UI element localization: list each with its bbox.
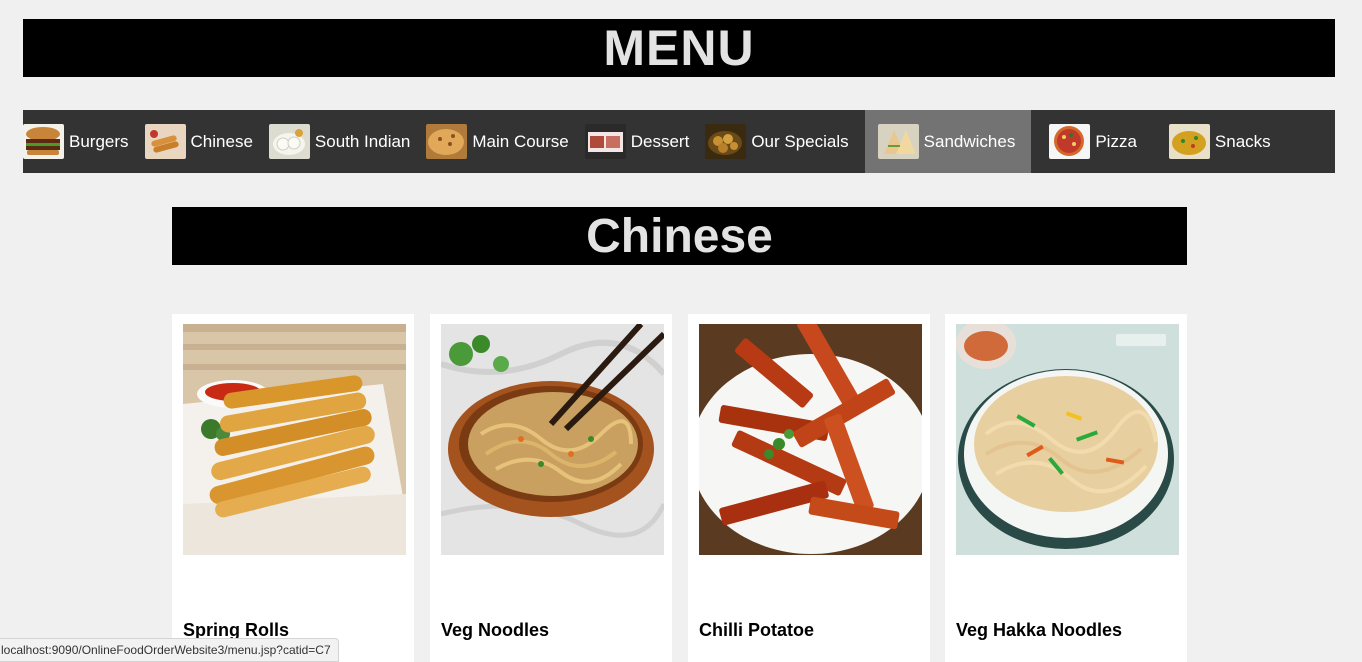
- product-name: Veg Hakka Noodles: [956, 620, 1123, 640]
- snacks-icon: [1168, 124, 1210, 159]
- pizza-icon: [1049, 124, 1091, 159]
- hakka-noodles-photo[interactable]: [956, 324, 1179, 555]
- product-card[interactable]: Chilli Potatoe: [688, 314, 930, 662]
- veg-noodles-photo[interactable]: [441, 324, 664, 555]
- product-card[interactable]: Veg Noodles: [430, 314, 672, 662]
- product-card[interactable]: Spring Rolls: [172, 314, 414, 662]
- nav-item-burgers[interactable]: Burgers: [23, 110, 145, 173]
- nav-label: Dessert: [630, 131, 690, 151]
- nav-label: Snacks: [1214, 131, 1271, 151]
- nav-item-chinese[interactable]: Chinese: [144, 110, 269, 173]
- nav-item-our-specials[interactable]: Our Specials: [705, 110, 864, 173]
- nav-item-main-course[interactable]: Main Course: [426, 110, 584, 173]
- nav-item-snacks[interactable]: Snacks: [1153, 110, 1287, 173]
- category-header: Chinese: [172, 207, 1187, 265]
- nav-label: Chinese: [190, 131, 253, 151]
- product-grid: Spring Rolls Veg Noodles Chilli Potatoe …: [172, 314, 1187, 662]
- status-bar-url: localhost:9090/OnlineFoodOrderWebsite3/m…: [0, 638, 339, 662]
- nav-label: Sandwiches: [923, 131, 1016, 151]
- chinese-icon: [144, 124, 186, 159]
- nav-label: Pizza: [1095, 131, 1137, 151]
- specials-icon: [705, 124, 747, 159]
- product-card[interactable]: Veg Hakka Noodles: [945, 314, 1187, 662]
- product-name: Chilli Potatoe: [699, 620, 815, 640]
- chilli-potato-photo[interactable]: [699, 324, 922, 555]
- nav-label: Our Specials: [751, 131, 849, 151]
- menu-title: MENU: [603, 20, 755, 76]
- burger-icon: [23, 124, 64, 159]
- nav-label: Burgers: [69, 131, 129, 151]
- menu-header: MENU: [23, 19, 1335, 77]
- spring-rolls-photo[interactable]: [183, 324, 406, 555]
- product-name: Veg Noodles: [441, 620, 550, 640]
- nav-item-south-indian[interactable]: South Indian: [268, 110, 426, 173]
- nav-label: Main Course: [472, 131, 569, 151]
- nav-label: South Indian: [314, 131, 411, 151]
- sandwich-icon: [877, 124, 919, 159]
- nav-item-sandwiches[interactable]: Sandwiches: [864, 110, 1032, 173]
- category-title: Chinese: [586, 209, 773, 263]
- category-navbar: Burgers Chinese South Indian Main Course: [23, 110, 1335, 173]
- nav-item-dessert[interactable]: Dessert: [584, 110, 706, 173]
- nav-item-pizza[interactable]: Pizza: [1031, 110, 1153, 173]
- south-indian-icon: [268, 124, 310, 159]
- dessert-icon: [584, 124, 626, 159]
- main-course-icon: [426, 124, 468, 159]
